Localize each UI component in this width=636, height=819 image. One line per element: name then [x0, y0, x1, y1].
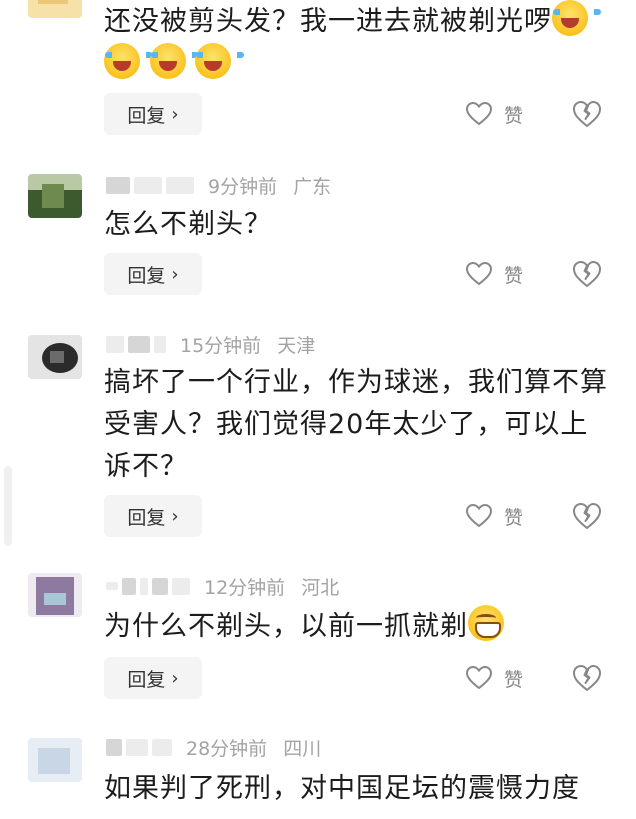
heart-icon — [466, 666, 492, 690]
like-label: 赞 — [504, 668, 524, 691]
comment-text: 还没被剪头发？我一进去就被剃光啰 — [104, 0, 624, 86]
reply-label: 回复 — [127, 668, 166, 691]
reply-button[interactable]: 回复 › — [104, 93, 202, 135]
heart-icon — [466, 262, 492, 286]
laugh-cry-emoji-icon — [195, 43, 245, 79]
broken-heart-icon[interactable] — [572, 259, 602, 289]
comment-time: 12分钟前 — [204, 576, 286, 599]
reply-label: 回复 — [127, 264, 166, 287]
like-button[interactable]: 赞 — [466, 501, 523, 531]
comment-meta: 12分钟前 河北 — [106, 573, 339, 599]
chevron-right-icon: › — [171, 263, 179, 285]
like-button[interactable]: 赞 — [466, 99, 523, 129]
comment-text: 为什么不剃头，以前一抓就剃 — [104, 605, 604, 648]
comment-actions: 回复 › 赞 — [0, 93, 636, 137]
broken-heart-icon[interactable] — [572, 663, 602, 693]
like-label: 赞 — [504, 104, 524, 127]
like-button[interactable]: 赞 — [466, 663, 523, 693]
laugh-cry-emoji-icon — [552, 0, 601, 36]
avatar[interactable] — [28, 0, 82, 18]
grin-emoji-icon — [468, 605, 504, 641]
comment-meta: 15分钟前 天津 — [106, 331, 315, 357]
comment-time: 15分钟前 — [180, 334, 262, 357]
username-redacted[interactable] — [106, 176, 194, 194]
like-label: 赞 — [504, 264, 524, 287]
reply-button[interactable]: 回复 › — [104, 657, 202, 699]
comment-text: 如果判了死刑，对中国足坛的震慑力度 — [104, 773, 580, 804]
comment-actions: 回复 › 赞 — [0, 253, 636, 297]
comment-time: 9分钟前 — [208, 175, 278, 198]
chevron-right-icon: › — [171, 667, 179, 689]
comment-location: 天津 — [277, 334, 316, 357]
username-redacted[interactable] — [106, 738, 172, 756]
reply-label: 回复 — [127, 104, 166, 127]
chevron-right-icon: › — [171, 505, 179, 527]
comment-actions: 回复 › 赞 — [0, 495, 636, 539]
comment-text: 搞坏了一个行业，作为球迷，我们算不算受害人？我们觉得20年太少了，可以上诉不？ — [104, 367, 608, 482]
heart-icon — [466, 102, 492, 126]
comment-meta: 9分钟前 广东 — [106, 172, 331, 198]
username-redacted[interactable] — [106, 577, 190, 595]
avatar[interactable] — [28, 335, 82, 379]
comment-location: 广东 — [293, 175, 332, 198]
chevron-right-icon: › — [171, 103, 179, 125]
comment-actions: 回复 › 赞 — [0, 657, 636, 701]
username-redacted[interactable] — [106, 335, 166, 353]
like-label: 赞 — [504, 506, 524, 529]
comment-text: 怎么不剃头？ — [104, 209, 272, 240]
reply-label: 回复 — [127, 506, 166, 529]
broken-heart-icon[interactable] — [572, 501, 602, 531]
heart-icon — [466, 504, 492, 528]
comment-meta: 28分钟前 四川 — [106, 734, 321, 760]
laugh-cry-emoji-icon — [104, 43, 153, 79]
reply-button[interactable]: 回复 › — [104, 495, 202, 537]
avatar[interactable] — [28, 738, 82, 782]
comment-feed: 还没被剪头发？我一进去就被剃光啰 回复 › 赞 9分钟前 广东 怎么不剃头？ 回… — [0, 0, 636, 819]
comment-time: 28分钟前 — [186, 737, 268, 760]
avatar[interactable] — [28, 174, 82, 218]
avatar[interactable] — [28, 573, 82, 617]
laugh-cry-emoji-icon — [149, 43, 199, 79]
comment-location: 四川 — [283, 737, 322, 760]
broken-heart-icon[interactable] — [572, 99, 602, 129]
reply-button[interactable]: 回复 › — [104, 253, 202, 295]
like-button[interactable]: 赞 — [466, 259, 523, 289]
comment-location: 河北 — [301, 576, 340, 599]
